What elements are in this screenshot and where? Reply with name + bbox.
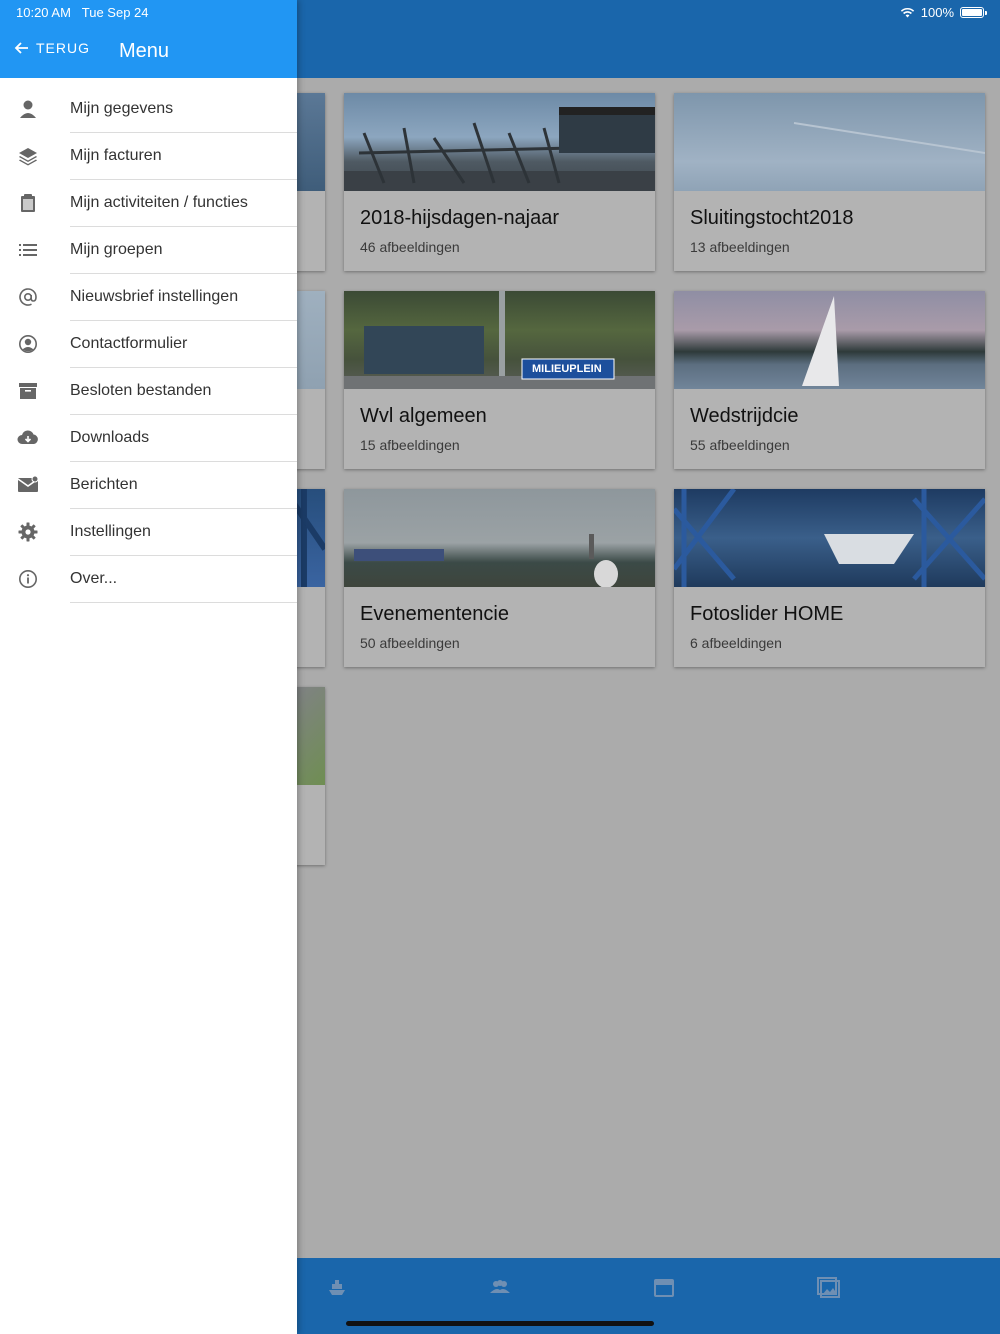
status-time: 10:20 AM bbox=[16, 5, 71, 20]
menu-item-mijn-activiteiten[interactable]: Mijn activiteiten / functies bbox=[0, 180, 297, 227]
menu-item-label: Mijn groepen bbox=[70, 241, 163, 258]
menu-item-mijn-facturen[interactable]: Mijn facturen bbox=[0, 133, 297, 180]
cloud-download-icon bbox=[17, 427, 39, 449]
menu-item-label: Contactformulier bbox=[70, 335, 188, 352]
menu-item-label: Mijn facturen bbox=[70, 147, 162, 164]
info-icon bbox=[17, 568, 39, 590]
status-left: 10:20 AM Tue Sep 24 bbox=[16, 5, 149, 20]
album-title: Sluitingstocht2018 bbox=[690, 207, 854, 229]
album-thumbnail bbox=[674, 93, 985, 191]
album-card[interactable]: Fotoslider HOME 6 afbeeldingen bbox=[674, 489, 985, 667]
album-card[interactable]: Sluitingstocht2018 13 afbeeldingen bbox=[674, 93, 985, 271]
album-card[interactable]: MILIEUPLEIN Wvl algemeen 15 afbeeldingen bbox=[344, 291, 655, 469]
album-thumbnail bbox=[344, 489, 655, 587]
status-right: 100% bbox=[900, 5, 987, 20]
album-thumbnail bbox=[674, 291, 985, 389]
menu-divider bbox=[70, 602, 297, 603]
menu-item-label: Nieuwsbrief instellingen bbox=[70, 288, 239, 305]
back-label: TERUG bbox=[36, 40, 90, 56]
album-count: 6 afbeeldingen bbox=[690, 635, 782, 651]
arrow-left-icon bbox=[14, 42, 28, 54]
person-icon bbox=[17, 98, 39, 120]
at-icon bbox=[17, 286, 39, 308]
boat-icon[interactable] bbox=[325, 1276, 349, 1298]
menu-item-label: Berichten bbox=[70, 476, 138, 493]
album-title: Fotoslider HOME bbox=[690, 603, 844, 625]
home-indicator bbox=[346, 1321, 654, 1326]
album-count: 15 afbeeldingen bbox=[360, 437, 460, 453]
album-card[interactable]: 2018-hijsdagen-najaar 46 afbeeldingen bbox=[344, 93, 655, 271]
drawer-header: 10:20 AM Tue Sep 24 TERUG Menu bbox=[0, 0, 297, 78]
menu-item-label: Mijn gegevens bbox=[70, 100, 174, 117]
back-button[interactable]: TERUG bbox=[14, 40, 90, 56]
menu-item-contactformulier[interactable]: Contactformulier bbox=[0, 321, 297, 368]
album-card[interactable]: Wedstrijdcie 55 afbeeldingen bbox=[674, 291, 985, 469]
album-title: Wedstrijdcie bbox=[690, 405, 799, 427]
album-count: 55 afbeeldingen bbox=[690, 437, 790, 453]
status-date: Tue Sep 24 bbox=[81, 5, 149, 20]
album-thumbnail bbox=[344, 93, 655, 191]
album-title: Wvl algemeen bbox=[360, 405, 487, 427]
clipboard-icon bbox=[17, 192, 39, 214]
menu-item-besloten-bestanden[interactable]: Besloten bestanden bbox=[0, 368, 297, 415]
album-count: 13 afbeeldingen bbox=[690, 239, 790, 255]
album-title: 2018-hijsdagen-najaar bbox=[360, 207, 560, 229]
layers-icon bbox=[17, 145, 39, 167]
battery-icon bbox=[960, 7, 987, 18]
milieuplein-sign-text: MILIEUPLEIN bbox=[532, 363, 602, 375]
menu-item-label: Mijn activiteiten / functies bbox=[70, 194, 248, 211]
list-icon bbox=[17, 239, 39, 261]
album-count: 50 afbeeldingen bbox=[360, 635, 460, 651]
menu-item-nieuwsbrief[interactable]: Nieuwsbrief instellingen bbox=[0, 274, 297, 321]
menu-item-instellingen[interactable]: Instellingen bbox=[0, 509, 297, 556]
wifi-icon bbox=[900, 7, 914, 18]
menu-item-berichten[interactable]: Berichten bbox=[0, 462, 297, 509]
album-count: 46 afbeeldingen bbox=[360, 239, 460, 255]
album-thumbnail bbox=[674, 489, 985, 587]
battery-percentage: 100% bbox=[920, 5, 954, 20]
menu-item-downloads[interactable]: Downloads bbox=[0, 415, 297, 462]
group-icon[interactable] bbox=[488, 1276, 512, 1298]
calendar-icon[interactable] bbox=[652, 1276, 676, 1298]
album-thumbnail: MILIEUPLEIN bbox=[344, 291, 655, 389]
menu-item-label: Over... bbox=[70, 570, 118, 587]
album-title: Evenementencie bbox=[360, 603, 509, 625]
drawer-menu: Mijn gegevens Mijn facturen Mijn activit… bbox=[0, 86, 297, 603]
menu-item-over[interactable]: Over... bbox=[0, 556, 297, 603]
menu-item-mijn-gegevens[interactable]: Mijn gegevens bbox=[0, 86, 297, 133]
photos-icon[interactable] bbox=[816, 1276, 840, 1298]
menu-item-label: Instellingen bbox=[70, 523, 151, 540]
mail-icon bbox=[17, 474, 39, 496]
gear-icon bbox=[17, 521, 39, 543]
navigation-drawer: 10:20 AM Tue Sep 24 TERUG Menu Mijn gege… bbox=[0, 0, 297, 1334]
menu-item-label: Downloads bbox=[70, 429, 150, 446]
menu-item-mijn-groepen[interactable]: Mijn groepen bbox=[0, 227, 297, 274]
archive-icon bbox=[17, 380, 39, 402]
album-card[interactable]: Evenementencie 50 afbeeldingen bbox=[344, 489, 655, 667]
drawer-title: Menu bbox=[119, 40, 170, 62]
account-circle-icon bbox=[17, 333, 39, 355]
menu-item-label: Besloten bestanden bbox=[70, 382, 212, 399]
